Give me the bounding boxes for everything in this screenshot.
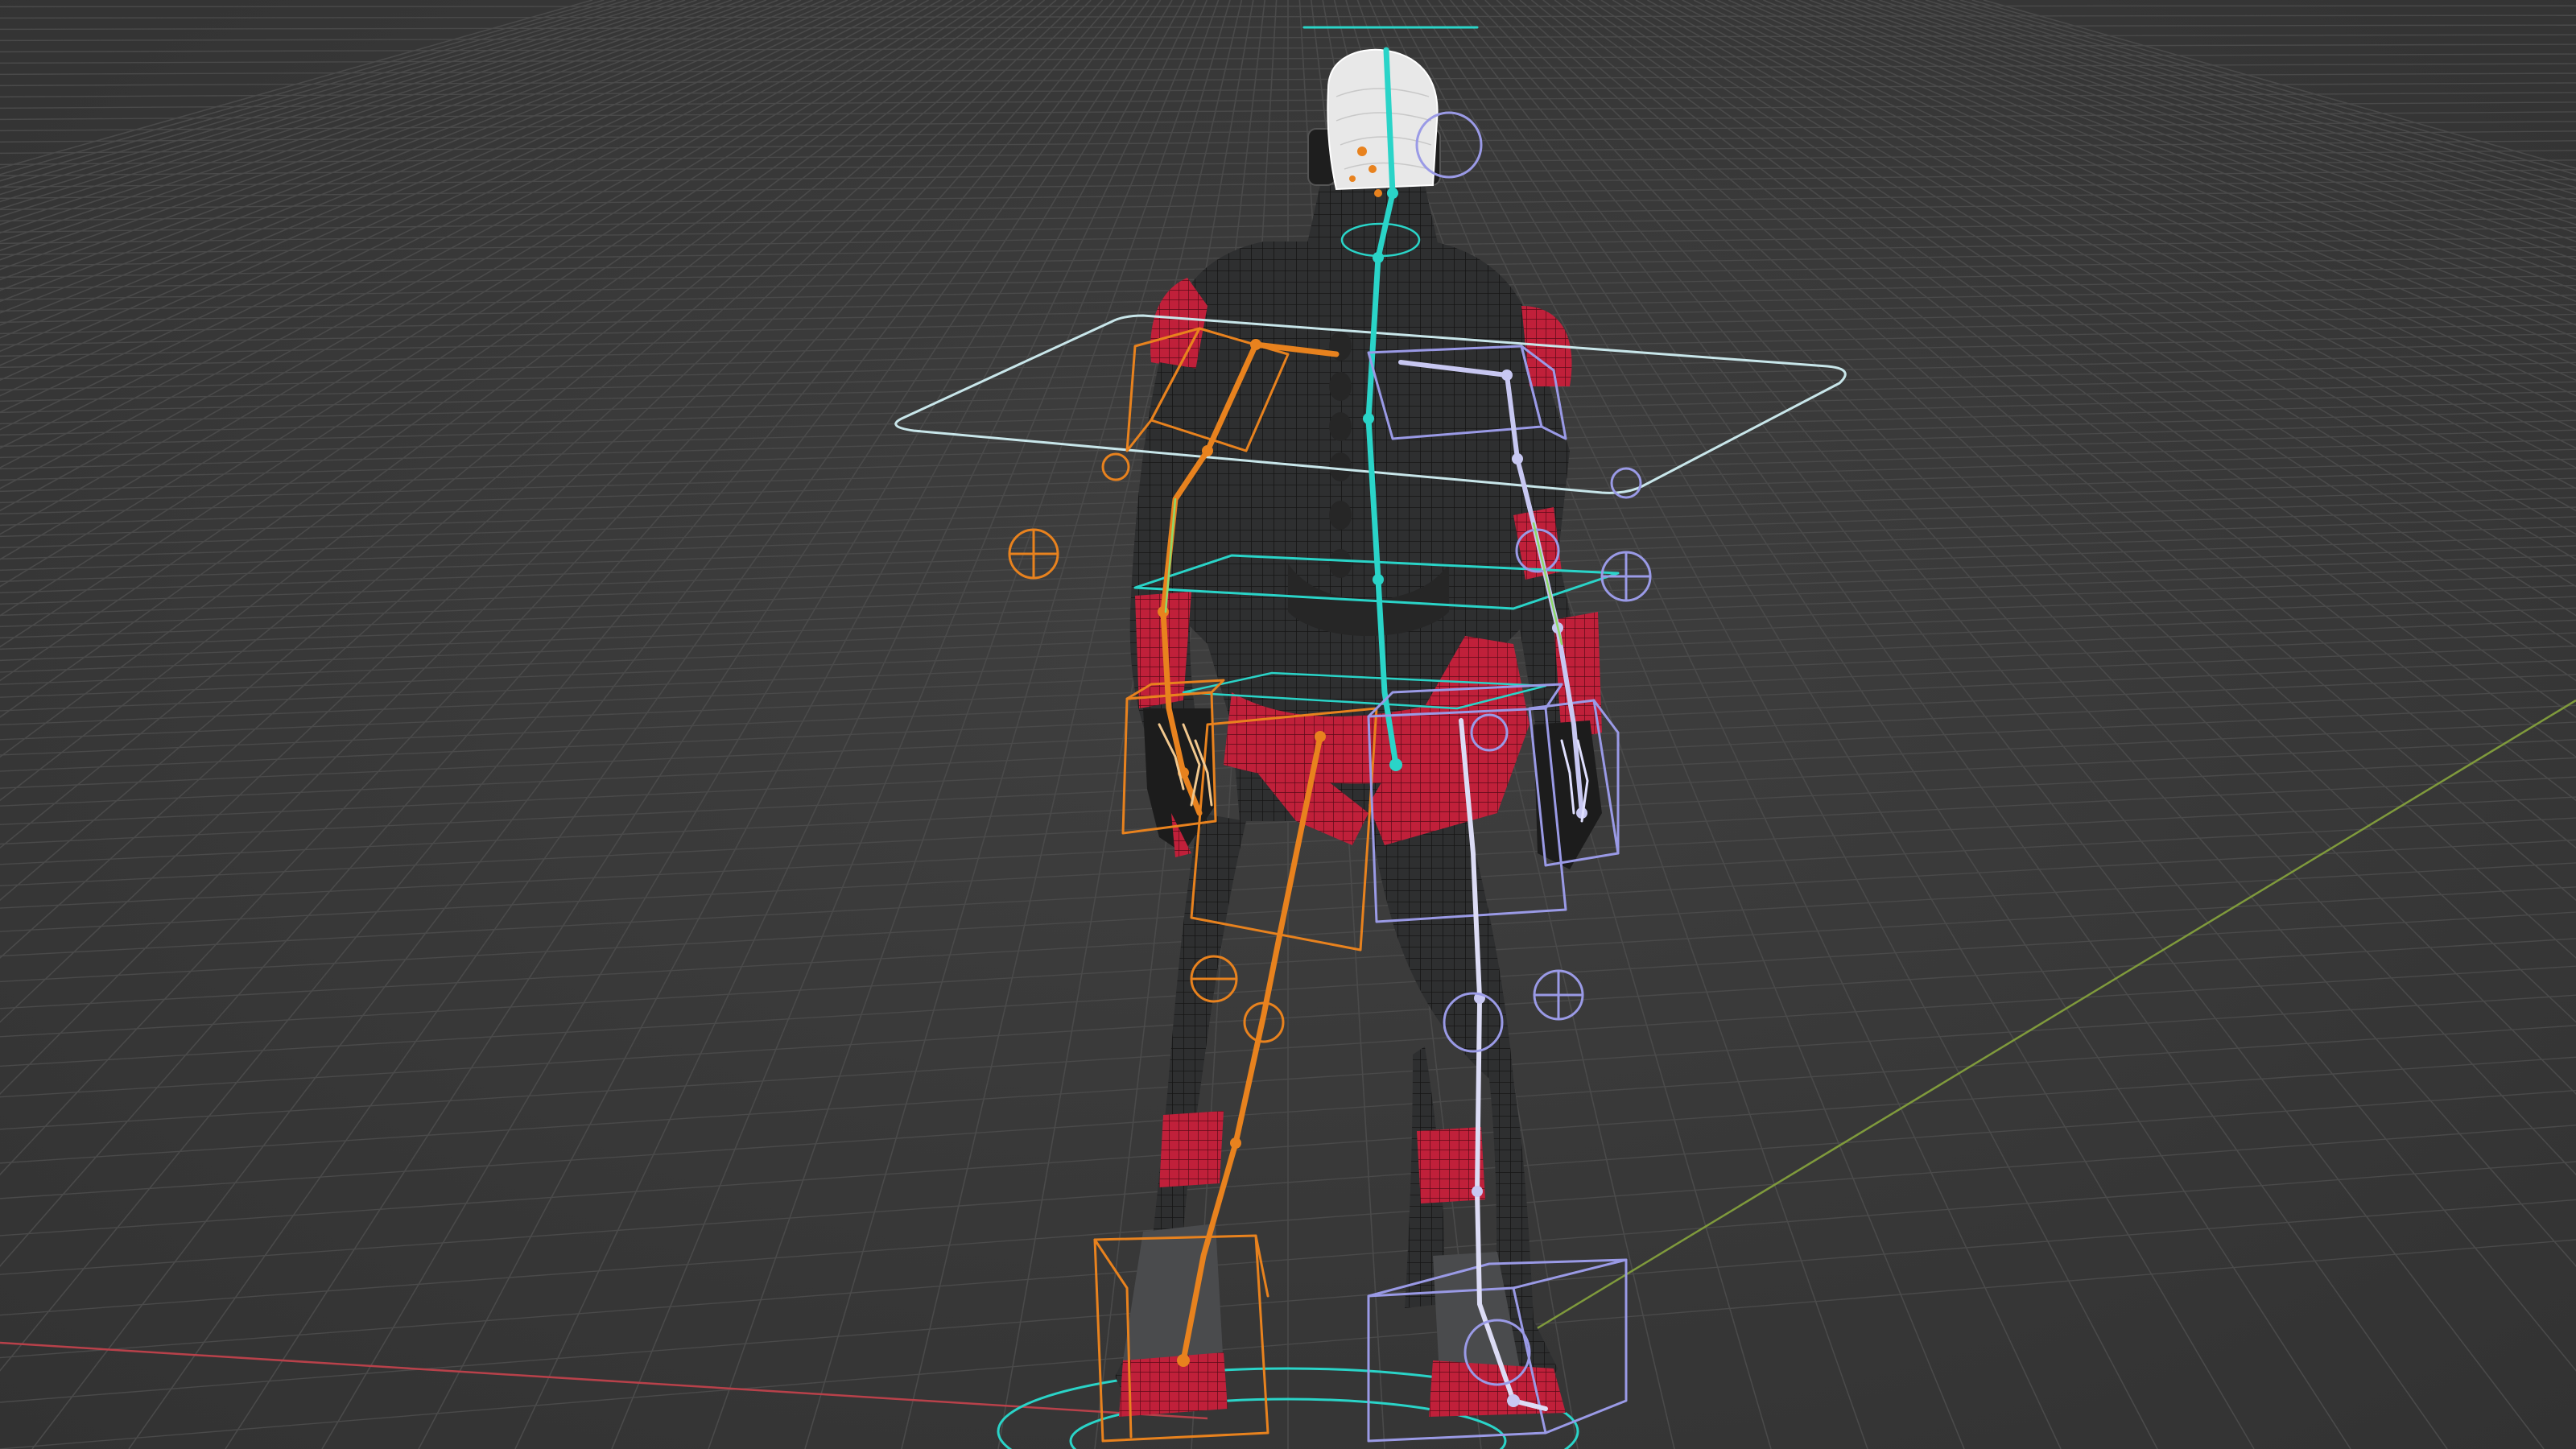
3d-viewport[interactable] [0, 0, 2576, 1449]
viewport-canvas[interactable] [0, 0, 2576, 1449]
left-knee-armor [1159, 1111, 1224, 1187]
neck [1304, 185, 1441, 258]
hair [1327, 48, 1439, 191]
